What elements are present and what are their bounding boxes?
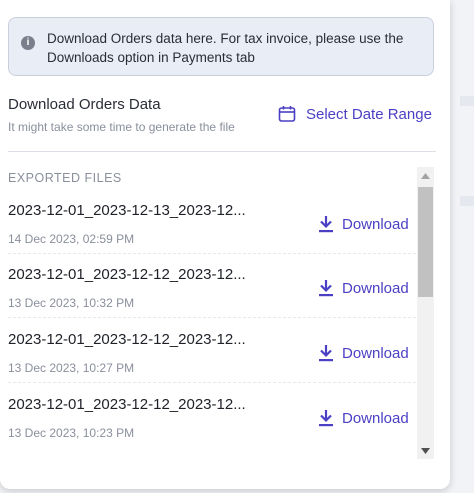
download-label: Download (342, 215, 409, 233)
download-button[interactable]: Download (318, 408, 409, 428)
select-date-range-button[interactable]: Select Date Range (278, 104, 432, 124)
file-row: 2023-12-01_2023-12-12_2023-12... 13 Dec … (0, 254, 416, 318)
download-label: Download (342, 409, 409, 427)
file-date: 13 Dec 2023, 10:27 PM (8, 361, 135, 375)
background-strip (460, 96, 474, 106)
download-button[interactable]: Download (318, 343, 409, 363)
section-title: Download Orders Data (8, 96, 161, 113)
download-label: Download (342, 279, 409, 297)
download-icon (319, 216, 333, 233)
background-strip (460, 196, 474, 206)
file-name: 2023-12-01_2023-12-13_2023-12... (8, 202, 246, 219)
section-subtitle: It might take some time to generate the … (8, 120, 235, 134)
file-list-scrollbar[interactable] (417, 167, 434, 459)
file-date: 14 Dec 2023, 02:59 PM (8, 232, 135, 246)
file-row: 2023-12-01_2023-12-12_2023-12... 13 Dec … (0, 384, 416, 448)
download-icon (319, 345, 333, 362)
row-separator (8, 317, 416, 318)
info-banner-text: Download Orders data here. For tax invoi… (47, 31, 404, 65)
download-button[interactable]: Download (318, 214, 409, 234)
select-date-range-label: Select Date Range (306, 105, 432, 123)
row-separator (8, 382, 416, 383)
file-row: 2023-12-01_2023-12-13_2023-12... 14 Dec … (0, 190, 416, 254)
download-icon (319, 280, 333, 297)
exported-files-header: EXPORTED FILES (8, 171, 122, 185)
file-row: 2023-12-01_2023-12-12_2023-12... 13 Dec … (0, 319, 416, 383)
info-banner: i Download Orders data here. For tax inv… (8, 17, 434, 76)
file-date: 13 Dec 2023, 10:32 PM (8, 296, 135, 310)
calendar-icon (278, 106, 296, 122)
download-icon (319, 410, 333, 427)
scroll-up-arrow-icon[interactable] (417, 167, 434, 184)
scroll-down-arrow-icon[interactable] (417, 442, 434, 459)
info-icon: i (21, 36, 35, 50)
file-name: 2023-12-01_2023-12-12_2023-12... (8, 396, 246, 413)
export-orders-panel: i Download Orders data here. For tax inv… (0, 0, 450, 489)
file-name: 2023-12-01_2023-12-12_2023-12... (8, 266, 246, 283)
file-name: 2023-12-01_2023-12-12_2023-12... (8, 331, 246, 348)
download-button[interactable]: Download (318, 278, 409, 298)
download-label: Download (342, 344, 409, 362)
section-divider (8, 151, 436, 152)
file-date: 13 Dec 2023, 10:23 PM (8, 426, 135, 440)
scrollbar-thumb[interactable] (418, 187, 433, 297)
